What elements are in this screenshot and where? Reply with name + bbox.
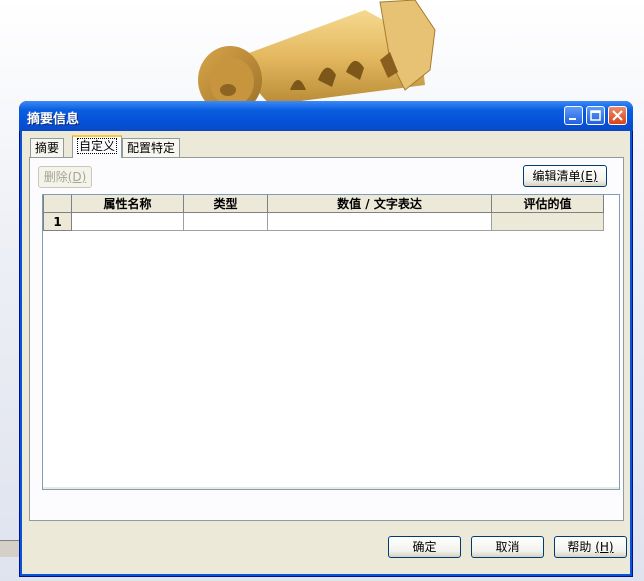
help-shortcut: (H) <box>595 540 614 554</box>
table-row: 1 <box>43 212 604 231</box>
tab-page-custom: 删除(D) 编辑清单(E) 属性名称 类型 数值 / 文字表达 评估的值 1 <box>29 157 624 521</box>
grid-bottom-edge <box>43 487 619 489</box>
column-header-type[interactable]: 类型 <box>183 195 268 213</box>
delete-shortcut: (D) <box>67 170 87 184</box>
row-number[interactable]: 1 <box>43 212 72 231</box>
minimize-icon <box>569 118 576 120</box>
minimize-button[interactable] <box>564 106 583 125</box>
title-bar[interactable]: 摘要信息 <box>19 101 633 131</box>
column-header-evaluated-value[interactable]: 评估的值 <box>491 195 604 213</box>
edit-list-shortcut: (E) <box>580 169 598 183</box>
property-name-cell[interactable] <box>71 212 184 231</box>
close-button[interactable] <box>608 106 627 125</box>
evaluated-value-cell <box>491 212 604 231</box>
dialog-title: 摘要信息 <box>27 112 80 127</box>
ok-label: 确定 <box>412 540 437 554</box>
custom-properties-grid[interactable]: 属性名称 类型 数值 / 文字表达 评估的值 1 <box>42 194 620 490</box>
grid-header-row: 属性名称 类型 数值 / 文字表达 评估的值 <box>43 195 604 213</box>
delete-button[interactable]: 删除(D) <box>38 166 92 188</box>
cancel-label: 取消 <box>495 540 520 554</box>
tab-config-specific[interactable]: 配置特定 <box>122 138 181 157</box>
column-header-property-name[interactable]: 属性名称 <box>71 195 184 213</box>
maximize-icon <box>590 110 601 121</box>
tab-summary[interactable]: 摘要 <box>30 138 65 157</box>
tab-custom[interactable]: 自定义 <box>72 135 123 158</box>
delete-label: 删除 <box>43 170 68 184</box>
ok-button[interactable]: 确定 <box>388 536 461 558</box>
help-button[interactable]: 帮助 (H) <box>554 536 627 558</box>
column-header-value-expression[interactable]: 数值 / 文字表达 <box>267 195 492 213</box>
3d-part-model-image <box>198 0 436 110</box>
background-statusbar-fragment <box>0 540 19 557</box>
tab-label: 自定义 <box>77 138 118 154</box>
tab-label: 配置特定 <box>127 141 176 155</box>
edit-list-button[interactable]: 编辑清单(E) <box>523 165 607 187</box>
value-expression-cell[interactable] <box>267 212 492 231</box>
help-label: 帮助 <box>567 540 592 554</box>
edit-list-label: 编辑清单 <box>532 169 581 183</box>
close-icon <box>612 110 623 121</box>
cancel-button[interactable]: 取消 <box>471 536 544 558</box>
summary-info-dialog: 摘要信息 摘要 自定义 配置特定 删除(D) 编辑清单(E) 属性名称 类型 数… <box>19 101 633 577</box>
dialog-body: 摘要 自定义 配置特定 删除(D) 编辑清单(E) 属性名称 类型 数值 / 文… <box>22 131 630 574</box>
tab-label: 摘要 <box>35 141 60 155</box>
type-cell[interactable] <box>183 212 268 231</box>
maximize-button[interactable] <box>586 106 605 125</box>
grid-corner-cell <box>43 195 72 213</box>
